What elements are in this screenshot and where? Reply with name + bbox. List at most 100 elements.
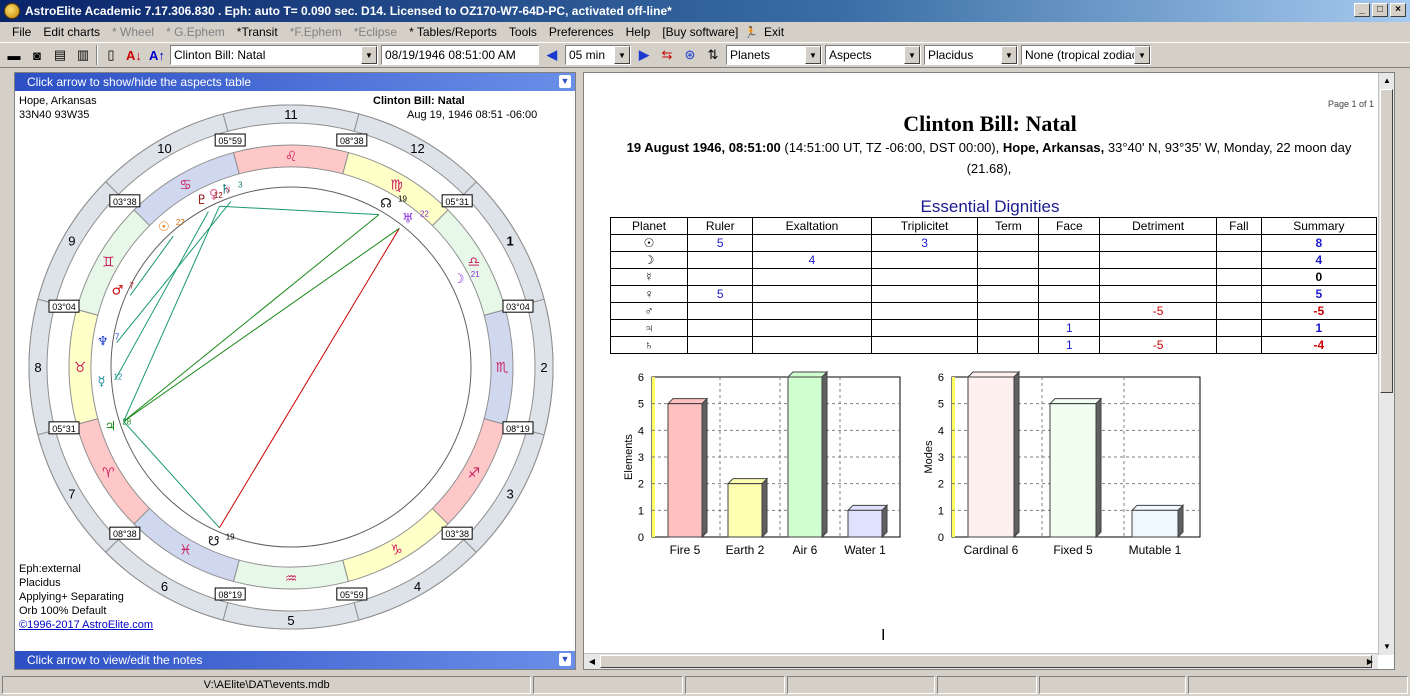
table-header: Planet xyxy=(609,217,689,235)
menu-bar: File Edit charts * Wheel * G.Ephem *Transit *… xyxy=(0,22,1410,42)
planet-glyph: ☉ xyxy=(158,220,170,235)
table-header: Summary xyxy=(1260,217,1378,235)
datetime-field[interactable]: 08/19/1946 08:51:00 AM xyxy=(381,45,539,65)
inner-circle xyxy=(110,186,472,548)
menu-item[interactable]: *Eclipse xyxy=(348,25,403,39)
notes-toggle-label: Click arrow to view/edit the notes xyxy=(27,653,203,667)
menu-item[interactable]: Help xyxy=(620,25,657,39)
chevron-down-icon[interactable]: ▼ xyxy=(559,75,571,88)
minimize-button[interactable]: _ xyxy=(1354,3,1370,17)
table-cell xyxy=(870,302,979,320)
horizontal-scrollbar[interactable]: ◀ ▶ xyxy=(584,653,1378,669)
wheel-icon[interactable]: ⊛ xyxy=(680,45,700,65)
menu-item[interactable]: File xyxy=(6,25,37,39)
table-cell: 1 xyxy=(1260,319,1378,337)
table-header: Ruler xyxy=(687,217,754,235)
category-label: Cardinal 6 xyxy=(964,543,1019,557)
chevron-down-icon[interactable]: ▼ xyxy=(1001,46,1017,64)
menu-item[interactable]: Tools xyxy=(503,25,543,39)
y-tick-label: 2 xyxy=(638,479,644,491)
table-cell xyxy=(1038,251,1101,269)
scroll-down-icon[interactable]: ▼ xyxy=(1380,640,1394,654)
new-page-icon[interactable]: ▯ xyxy=(101,45,121,65)
menu-item[interactable]: * G.Ephem xyxy=(160,25,231,39)
y-axis-label: Modes xyxy=(923,440,935,474)
zodiac-selector[interactable]: None (tropical zodiac) ▼ xyxy=(1021,45,1151,65)
maximize-button[interactable]: □ xyxy=(1372,3,1388,17)
menu-item[interactable]: [Buy software] xyxy=(656,25,744,39)
bar-top xyxy=(1048,398,1103,405)
chevron-down-icon[interactable]: ▼ xyxy=(904,46,920,64)
natal-wheel[interactable]: ♋ 10 ♊ 9 ♉ 8 ♈ 7 ♓ 6 ♒ 5 ♑ 4 ♐ 3 ♏ 2 ♎ 1 ♍ 12 ♌ 11 05°59 03°38 03°… xyxy=(15,91,575,651)
menu-item[interactable]: *Transit xyxy=(231,25,284,39)
houses-selector[interactable]: Placidus ▼ xyxy=(924,45,1018,65)
status-path: V:\AElite\DAT\events.mdb xyxy=(2,676,532,694)
planets-selector[interactable]: Planets ▼ xyxy=(726,45,822,65)
cusp-degree-label: 08°38 xyxy=(340,136,364,146)
print-icon[interactable]: ▤ xyxy=(50,45,70,65)
y-tick-label: 4 xyxy=(938,425,944,437)
vertical-scrollbar[interactable]: ▲ ▼ xyxy=(1378,73,1394,655)
step-selector[interactable]: 05 min ▼ xyxy=(565,45,631,65)
table-cell xyxy=(752,268,872,286)
menu-item[interactable]: *F.Ephem xyxy=(284,25,348,39)
planet-degree: 7 xyxy=(129,282,134,291)
chevron-down-icon[interactable]: ▼ xyxy=(614,46,630,64)
scroll-right-icon[interactable]: ▶ xyxy=(1363,655,1377,669)
report-pane: Page 1 of 1 Clinton Bill: Natal 19 Augus… xyxy=(583,72,1395,670)
bar-top xyxy=(1130,504,1185,511)
table-cell: 5 xyxy=(1260,285,1378,303)
table-row: ☽ 4 4 xyxy=(609,251,1378,269)
menu-item[interactable]: Edit charts xyxy=(37,25,106,39)
table-cell xyxy=(977,336,1040,354)
scroll-left-icon[interactable]: ◀ xyxy=(585,655,599,669)
close-button[interactable]: × xyxy=(1390,3,1406,17)
chart-list-icon[interactable]: ▬ xyxy=(4,45,24,65)
planet-glyph: ♇ xyxy=(196,193,208,208)
table-cell xyxy=(1038,285,1101,303)
chart-selector[interactable]: Clinton Bill: Natal ▼ xyxy=(170,45,378,65)
report-place: Hope, Arkansas, xyxy=(1002,140,1105,155)
table-cell xyxy=(1099,251,1217,269)
bar xyxy=(787,376,823,538)
bar xyxy=(1049,403,1097,538)
table-cell xyxy=(752,336,872,354)
multiple-print-icon[interactable]: ▥ xyxy=(73,45,93,65)
cusp-degree-label: 08°19 xyxy=(506,424,530,434)
menu-item[interactable]: * Wheel xyxy=(106,25,160,39)
sort-down-icon[interactable]: A↓ xyxy=(124,45,144,65)
camera-icon[interactable]: ◙ xyxy=(27,45,47,65)
vertical-scroll-thumb[interactable] xyxy=(1380,89,1393,393)
chevron-down-icon[interactable]: ▼ xyxy=(805,46,821,64)
chevron-down-icon[interactable]: ▼ xyxy=(559,653,571,666)
planet-degree: 19 xyxy=(398,194,407,203)
info-ephemeris: Eph:external xyxy=(19,563,81,575)
cusp-degree-label: 08°38 xyxy=(113,529,137,539)
menu-item[interactable]: Exit xyxy=(758,25,790,39)
planet-degree: 8 xyxy=(226,185,231,194)
menu-item[interactable]: Preferences xyxy=(543,25,620,39)
y-tick-label: 0 xyxy=(938,532,944,544)
table-cell xyxy=(1099,268,1217,286)
table-cell xyxy=(752,319,872,337)
table-cell: ♄ xyxy=(609,336,689,354)
sort-vertical-icon[interactable]: ⇅ xyxy=(703,45,723,65)
aspects-selector[interactable]: Aspects ▼ xyxy=(825,45,921,65)
house-number: 7 xyxy=(68,487,75,502)
planet-degree: 12 xyxy=(214,191,223,200)
transit-arrows-icon[interactable]: ⇆ xyxy=(657,45,677,65)
step-forward-arrow-icon[interactable]: ▶ xyxy=(634,45,654,65)
menu-item[interactable]: * Tables/Reports xyxy=(403,25,503,39)
status-cell-7 xyxy=(1188,676,1408,694)
table-cell: -4 xyxy=(1260,336,1378,354)
chevron-down-icon[interactable]: ▼ xyxy=(1134,46,1150,64)
copyright-link[interactable]: ©1996-2017 AstroElite.com xyxy=(19,619,153,631)
notes-toggle-bar[interactable]: Click arrow to view/edit the notes ▼ xyxy=(15,651,575,669)
chevron-down-icon[interactable]: ▼ xyxy=(361,46,377,64)
sort-up-icon[interactable]: A↑ xyxy=(147,45,167,65)
step-back-arrow-icon[interactable]: ◀ xyxy=(542,45,562,65)
horizontal-scroll-thumb[interactable] xyxy=(600,655,1372,668)
scroll-up-icon[interactable]: ▲ xyxy=(1380,74,1394,88)
aspects-toggle-bar[interactable]: Click arrow to show/hide the aspects tab… xyxy=(15,73,575,91)
zodiac-sign-glyph: ♉ xyxy=(74,360,87,376)
